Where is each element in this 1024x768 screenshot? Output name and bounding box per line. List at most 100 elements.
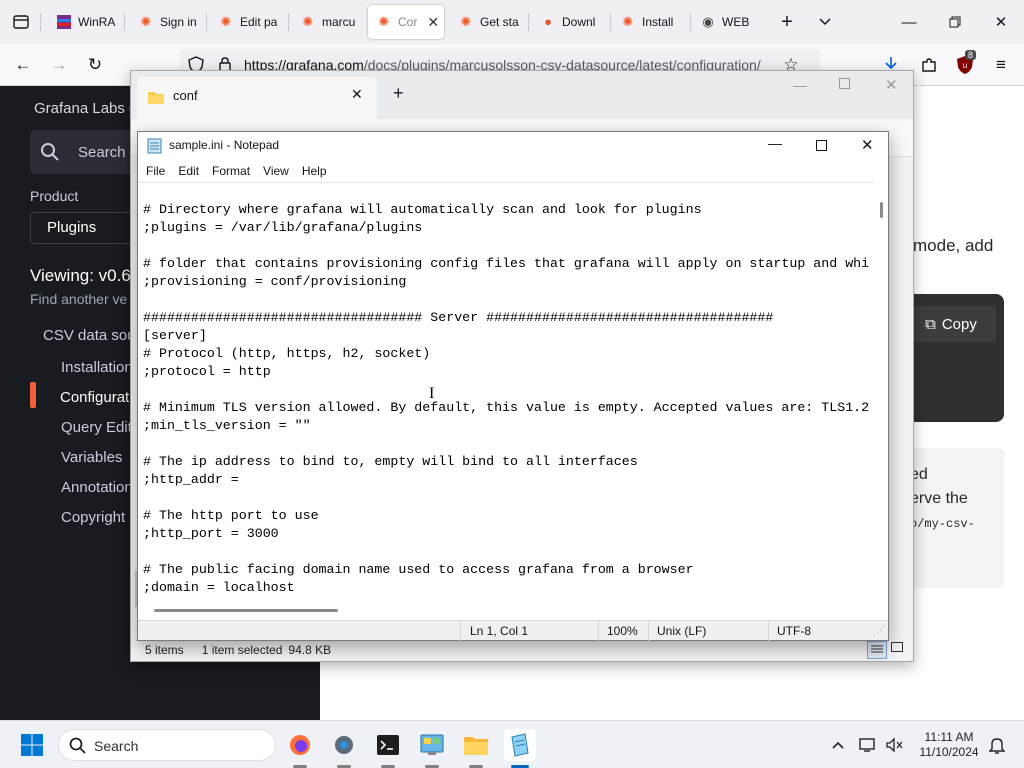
- find-another-version-link[interactable]: Find another ve: [30, 291, 127, 307]
- notepad-title: sample.ini - Notepad: [169, 138, 280, 152]
- close-window-icon[interactable]: ✕: [978, 0, 1024, 44]
- new-tab-icon[interactable]: +: [393, 83, 404, 104]
- menu-view[interactable]: View: [263, 164, 289, 178]
- text-line: # The public facing domain name used to …: [143, 562, 694, 577]
- notepad-window: sample.ini - Notepad — ✕ File Edit Forma…: [137, 131, 889, 641]
- winrar-icon: [56, 14, 72, 30]
- hamburger-menu-icon[interactable]: ≡: [986, 50, 1016, 80]
- site-title[interactable]: Grafana Labs d: [34, 100, 137, 117]
- browser-tab-label: Install: [642, 15, 674, 29]
- notepad-title-bar[interactable]: sample.ini - Notepad — ✕: [138, 132, 888, 160]
- firefox-icon[interactable]: [284, 729, 316, 761]
- extensions-puzzle-icon[interactable]: [914, 50, 944, 80]
- restore-icon[interactable]: [932, 0, 978, 44]
- status-zoom: 100%: [607, 624, 638, 638]
- product-select-value: Plugins: [47, 219, 97, 236]
- svg-text:u: u: [963, 61, 967, 70]
- control-panel-icon[interactable]: [416, 729, 448, 761]
- taskbar-search-box[interactable]: Search: [58, 729, 276, 761]
- browser-tab-winrar[interactable]: WinRA: [48, 5, 120, 39]
- text-line: # Protocol (http, https, h2, socket): [143, 346, 431, 361]
- text-line: [143, 237, 869, 255]
- browser-tab-sign-in[interactable]: ✺ Sign in: [130, 5, 202, 39]
- menu-edit[interactable]: Edit: [178, 164, 199, 178]
- text-line: ;protocol = http: [143, 364, 271, 379]
- text-line: [143, 291, 869, 309]
- sidebar-section-csv[interactable]: CSV data sou: [43, 327, 136, 344]
- notepad-vertical-scrollbar[interactable]: [874, 182, 888, 602]
- minimize-icon[interactable]: —: [886, 0, 932, 44]
- maximize-icon[interactable]: [839, 77, 850, 92]
- explorer-tab-title: conf: [173, 88, 198, 103]
- minimize-icon[interactable]: —: [793, 77, 807, 93]
- minimize-icon[interactable]: —: [768, 135, 782, 151]
- note-code-path: o/my-csv-: [910, 517, 975, 531]
- terminal-icon[interactable]: [372, 729, 404, 761]
- maximize-icon[interactable]: [816, 139, 827, 154]
- copy-button[interactable]: ⧉ Copy: [906, 306, 996, 342]
- menu-help[interactable]: Help: [302, 164, 327, 178]
- browser-tab-configuration[interactable]: ✺ Cor ✕: [368, 5, 444, 39]
- notepad-text-area[interactable]: # Directory where grafana will automatic…: [138, 182, 874, 602]
- browser-tab-get-started[interactable]: ✺ Get sta: [450, 5, 524, 39]
- vertical-scroll-thumb[interactable]: [880, 202, 883, 218]
- sidebar-item-query-editor[interactable]: Query Edit: [61, 419, 132, 436]
- browser-tab-download[interactable]: ● Downl: [532, 5, 606, 39]
- web-icon: ◉: [702, 14, 714, 29]
- browser-tab-marcus[interactable]: ✺ marcu: [292, 5, 364, 39]
- search-icon: [40, 142, 60, 165]
- file-explorer-icon[interactable]: [460, 729, 492, 761]
- status-line-ending: Unix (LF): [657, 624, 707, 638]
- text-cursor-icon: I: [429, 385, 435, 402]
- extension-badge: 8: [965, 50, 977, 60]
- forward-arrow-icon[interactable]: →: [44, 50, 74, 80]
- list-tabs-icon[interactable]: [810, 7, 840, 37]
- menu-format[interactable]: Format: [212, 164, 250, 178]
- new-tab-icon[interactable]: +: [772, 7, 802, 37]
- grafana-icon: ✺: [378, 14, 390, 29]
- text-line: # Minimum TLS version allowed. By defaul…: [143, 400, 870, 415]
- sidebar-item-annotations[interactable]: Annotation: [61, 479, 133, 496]
- settings-icon[interactable]: [328, 729, 360, 761]
- sidebar-item-variables[interactable]: Variables: [61, 449, 122, 466]
- browser-tab-label: Cor: [398, 15, 418, 29]
- close-window-icon[interactable]: ✕: [861, 136, 874, 154]
- close-tab-icon[interactable]: ✕: [427, 14, 439, 31]
- content-text-mode: mode, add: [913, 236, 994, 255]
- sidebar-item-installation[interactable]: Installation: [61, 359, 133, 376]
- tiles-view-icon[interactable]: [891, 642, 903, 657]
- resize-grip-icon[interactable]: ⋰: [876, 625, 885, 636]
- notepad-icon[interactable]: [504, 729, 536, 761]
- notification-bell-icon[interactable]: [981, 729, 1013, 761]
- close-window-icon[interactable]: ✕: [885, 76, 898, 94]
- horizontal-scroll-thumb[interactable]: [154, 609, 338, 612]
- browser-tab-web[interactable]: ◉ WEB: [692, 5, 764, 39]
- explorer-tab-conf[interactable]: conf ✕: [137, 77, 377, 119]
- browser-tab-label: marcu: [322, 15, 356, 29]
- active-indicator: [30, 382, 36, 408]
- browser-tab-install[interactable]: ✺ Install: [612, 5, 686, 39]
- windows-start-icon[interactable]: [16, 729, 48, 761]
- sidebar-item-copyright[interactable]: Copyright: [61, 509, 125, 526]
- notepad-text-lines: # Directory where grafana will automatic…: [143, 201, 869, 597]
- close-tab-icon[interactable]: ✕: [351, 86, 363, 103]
- details-view-icon[interactable]: [867, 641, 887, 659]
- clock-time: 11:11 AM: [924, 730, 974, 744]
- sidebar-item-configuration[interactable]: Configurat: [60, 389, 129, 406]
- reload-icon[interactable]: ↻: [80, 50, 110, 80]
- notepad-horizontal-scrollbar[interactable]: [138, 602, 874, 620]
- text-line: ;domain = localhost: [143, 580, 295, 595]
- volume-muted-icon[interactable]: [878, 729, 910, 761]
- browser-tab-label: Sign in: [160, 15, 197, 29]
- grafana-icon: ✺: [302, 14, 314, 29]
- text-line: [143, 435, 869, 453]
- show-hidden-icons-chevron-icon[interactable]: [822, 729, 854, 761]
- browser-tab-edit[interactable]: ✺ Edit pa: [210, 5, 284, 39]
- back-arrow-icon[interactable]: ←: [8, 50, 38, 80]
- firefox-view-icon[interactable]: [6, 7, 36, 37]
- taskbar-clock[interactable]: 11:11 AM 11/10/2024: [916, 730, 982, 760]
- ublock-origin-icon[interactable]: u 8: [950, 50, 980, 80]
- menu-file[interactable]: File: [146, 164, 165, 178]
- status-cursor-position: Ln 1, Col 1: [470, 624, 529, 638]
- notepad-status-bar: Ln 1, Col 1 100% Unix (LF) UTF-8 ⋰: [138, 620, 888, 641]
